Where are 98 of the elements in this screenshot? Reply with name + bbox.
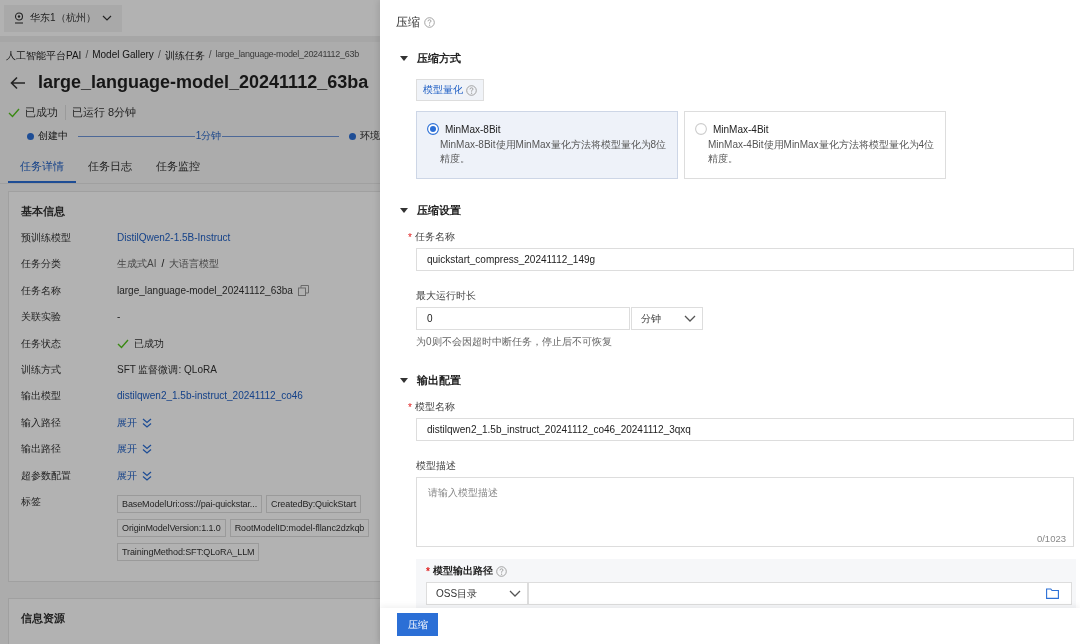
option-card[interactable]: MinMax-8Bit MinMax-8Bit使用MinMax量化方法将模型量化为8位精度。 [416,111,678,179]
option-card[interactable]: MinMax-4Bit MinMax-4Bit使用MinMax量化方法将模型量化为4位精度。 [684,111,946,179]
radio-icon [695,123,707,135]
field-value: SFT 监督微调: QLoRA [117,362,217,377]
tag: CreatedBy:QuickStart [266,494,362,513]
breadcrumb-item[interactable]: 人工智能平台PAI [6,49,82,63]
tag: TrainingMethod:SFT:QLoRA_LLM [117,542,260,561]
field-label: 预训练模型 [21,231,72,245]
duration-label: 1分钟 [194,129,223,143]
caret-down-icon [400,55,408,61]
tab[interactable]: 任务监控 [144,159,212,183]
tag: RootModelID:model-fllanc2dzkqb [229,518,370,537]
method-tab[interactable]: 模型量化 [416,79,484,101]
help-icon [495,565,507,577]
link[interactable]: distilqwen2_1.5b-instruct_20241112_co46 [117,389,303,404]
page-title: large_language-model_20241112_63ba [38,72,369,93]
caret-down-icon [400,377,408,383]
field-label: 模型名称 [414,400,455,414]
caret-down-icon [400,207,408,213]
field-label: 输出模型 [21,389,62,404]
field-label: 训练方式 [21,362,62,377]
breadcrumb-item[interactable]: 训练任务 [164,49,205,63]
double-chevron-down-icon [142,417,152,428]
card-title: 信息资源 [21,610,66,626]
tag: BaseModelUri:oss://pai-quickstar... [117,494,263,513]
path-field[interactable] [528,582,1072,605]
unit-select[interactable]: 分钟 [631,307,703,330]
field-label: 任务名称 [414,230,455,244]
breadcrumb-item[interactable]: large_language-model_20241112_63b [215,49,359,63]
status-text: 已成功 [25,105,58,120]
double-chevron-down-icon [142,444,152,455]
card-title: 基本信息 [21,204,66,219]
field-label: 任务状态 [21,336,62,351]
compress-button[interactable]: 压缩 [397,613,438,636]
chevron-down-icon [101,15,112,21]
character-counter: 0/1023 [1036,533,1066,544]
field-label: 最大运行时长 [416,289,476,303]
region-selector[interactable]: 华东1（杭州） [4,4,122,32]
field-label: 输入路径 [21,415,62,430]
location-pin-icon [14,12,24,24]
folder-icon [1046,588,1059,599]
field-label: 标签 [21,494,42,509]
required-mark: * [426,565,430,577]
option-name: MinMax-8Bit [445,123,501,135]
field-label: 任务名称 [21,283,62,298]
hint-text: 为0则不会因超时中断任务，停止后不可恢复 [416,335,613,349]
field-label: 模型输出路径 [432,564,493,578]
breadcrumb-separator: / [208,49,212,62]
option-description: MinMax-8Bit使用MinMax量化方法将模型量化为8位精度。 [439,138,668,166]
double-chevron-down-icon [142,470,152,481]
expand-link[interactable]: 展开 [117,442,137,457]
field-label: 超参数配置 [21,468,72,483]
step-dot-icon [349,132,356,140]
check-icon [117,338,129,350]
required-mark: * [408,401,412,413]
field-label: 模型描述 [416,459,456,473]
text-field[interactable]: 0 [416,307,630,330]
status-text: 已成功 [134,336,164,351]
section-title: 压缩方式 [417,50,461,66]
breadcrumb-separator: / [157,49,161,62]
tab[interactable]: 任务日志 [76,159,144,183]
text-field[interactable]: quickstart_compress_20241112_149g [416,248,1074,271]
section-title: 压缩设置 [417,202,461,218]
path-type-select[interactable]: OSS目录 [426,582,528,605]
tab[interactable]: 任务详情 [8,159,76,183]
radio-icon [427,123,439,135]
check-icon [8,107,20,118]
runtime-text: 已运行 8分钟 [65,105,137,120]
expand-link[interactable]: 展开 [117,415,137,430]
step-label: 环境 [360,129,380,143]
chevron-down-icon [509,590,521,597]
required-mark: * [408,231,412,243]
drawer-title: 压缩 [396,14,420,31]
field-label: 输出路径 [21,442,62,457]
option-name: MinMax-4Bit [713,123,769,135]
breadcrumb-separator: / [85,49,89,62]
step-dot-icon [27,132,34,140]
breadcrumb-item[interactable]: Model Gallery [92,49,154,63]
help-icon [466,84,477,96]
category-separator: / [161,257,165,272]
category-name: 生成式AI [117,257,157,272]
section-title: 输出配置 [417,372,461,388]
text-field[interactable]: distilqwen2_1.5b_instruct_20241112_co46_20241112_3qxq [416,418,1074,441]
field-value: large_language-model_20241112_63ba [117,283,293,298]
tag: OriginModelVersion:1.1.0 [117,518,226,537]
expand-link[interactable]: 展开 [117,468,137,483]
field-value: - [117,310,121,325]
option-description: MinMax-4Bit使用MinMax量化方法将模型量化为4位精度。 [707,138,936,166]
field-label: 关联实验 [21,310,62,325]
link[interactable]: DistilQwen2-1.5B-Instruct [117,231,231,245]
category-name: 大语言模型 [169,257,220,272]
back-arrow-icon [10,75,26,90]
chevron-down-icon [684,315,696,322]
help-icon [424,17,435,28]
copy-icon [297,285,309,297]
field-label: 任务分类 [21,257,62,272]
step-label: 创建中 [38,129,68,143]
region-label: 华东1（杭州） [30,11,96,25]
